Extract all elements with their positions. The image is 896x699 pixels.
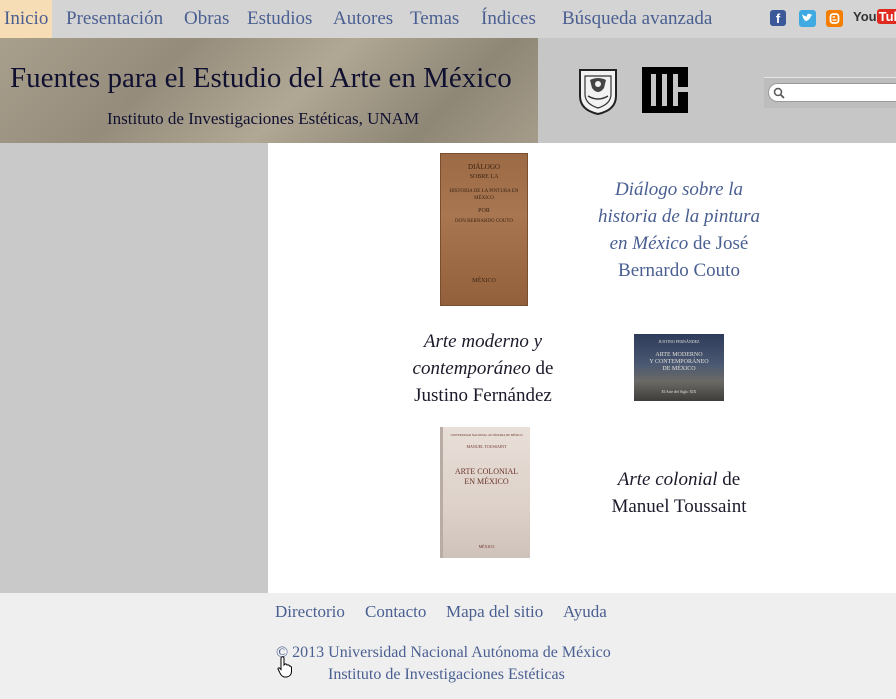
twitter-icon[interactable] (799, 10, 816, 27)
cover-line: Y CONTEMPORÁNEO (649, 359, 709, 365)
cover-line: ARTE COLONIAL (454, 467, 519, 476)
book-caption-dialogo[interactable]: Diálogo sobre la historia de la pintura … (588, 176, 770, 284)
book-cover-arte-colonial[interactable]: UNIVERSIDAD NACIONAL AUTÓNOMA DE MÉXICO … (440, 427, 530, 558)
site-footer: Directorio Contacto Mapa del sitio Ayuda… (0, 593, 896, 699)
book-cover-dialogo[interactable]: DIÁLOGO SOBRE LA HISTORIA DE LA PINTURA … (440, 153, 528, 306)
header-banner: Fuentes para el Estudio del Arte en Méxi… (0, 38, 538, 143)
cover-line: ARTE MODERNO (655, 352, 703, 358)
footer-link-contacto[interactable]: Contacto (365, 602, 426, 622)
nav-item-inicio[interactable]: Inicio (0, 0, 53, 38)
book-title[interactable]: Arte colonial (618, 469, 718, 490)
book-caption-arte-moderno[interactable]: Arte moderno y contemporáneo de Justino … (388, 328, 578, 409)
cover-line: DON BERNARDO COUTO (455, 219, 513, 224)
nav-item-obras[interactable]: Obras (184, 0, 229, 38)
book-connector: de (530, 358, 554, 379)
search-box (764, 77, 896, 108)
hand-cursor-icon (277, 656, 292, 678)
nav-item-busqueda-avanzada[interactable]: Búsqueda avanzada (562, 0, 712, 38)
cover-line: POR (478, 208, 490, 214)
cover-line: UNIVERSIDAD NACIONAL AUTÓNOMA DE MÉXICO (450, 433, 523, 437)
cover-line: JUSTINO FERNÁNDEZ (658, 339, 700, 344)
left-sidebar (0, 143, 268, 593)
nav-item-indices[interactable]: Índices (481, 0, 536, 38)
cover-line: HISTORIA DE LA PINTURA EN MÉXICO (449, 189, 519, 201)
youtube-icon[interactable]: YouTube (853, 9, 896, 27)
site-header: Fuentes para el Estudio del Arte en Méxi… (0, 38, 896, 143)
nav-item-autores[interactable]: Autores (333, 0, 393, 38)
footer-link-ayuda[interactable]: Ayuda (563, 602, 607, 622)
cover-line: MÉXICO (472, 278, 496, 284)
facebook-icon[interactable]: f (770, 10, 786, 26)
youtube-label-you: You (853, 9, 877, 24)
footer-institute[interactable]: Instituto de Investigaciones Estéticas (328, 666, 565, 684)
nav-item-temas[interactable]: Temas (410, 0, 459, 38)
copyright-text[interactable]: © 2013 Universidad Nacional Autónoma de … (276, 644, 611, 662)
cover-line: MANUEL TOUSSAINT (466, 444, 507, 449)
blogger-icon[interactable] (826, 10, 843, 27)
footer-link-directorio[interactable]: Directorio (275, 602, 345, 622)
book-cover-arte-moderno[interactable]: JUSTINO FERNÁNDEZ ARTE MODERNO Y CONTEMP… (634, 334, 724, 401)
cover-line: DE MÉXICO (662, 366, 696, 372)
book-connector: de (717, 469, 741, 490)
search-input[interactable] (768, 83, 896, 102)
footer-link-mapa-del-sitio[interactable]: Mapa del sitio (446, 602, 543, 622)
cover-line: EN MÉXICO (464, 477, 509, 486)
featured-books: DIÁLOGO SOBRE LA HISTORIA DE LA PINTURA … (268, 143, 896, 593)
cover-line: El Arte del Siglo XIX (661, 389, 697, 394)
book-title[interactable]: Arte moderno y contemporáneo (413, 331, 543, 379)
site-subtitle: Instituto de Investigaciones Estéticas, … (107, 109, 420, 128)
book-connector: de (688, 233, 716, 254)
book-caption-arte-colonial[interactable]: Arte colonial de Manuel Toussaint (588, 466, 770, 520)
nav-item-estudios[interactable]: Estudios (247, 0, 312, 38)
cover-line: DIÁLOGO (468, 163, 500, 171)
search-icon (773, 87, 785, 99)
top-navigation: Inicio Presentación Obras Estudios Autor… (0, 0, 896, 38)
cover-line: MÉXICO (478, 544, 495, 549)
unam-shield-icon[interactable] (576, 66, 620, 116)
book-author[interactable]: Justino Fernández (414, 385, 552, 406)
site-title[interactable]: Fuentes para el Estudio del Arte en Méxi… (10, 62, 512, 95)
book-author[interactable]: Manuel Toussaint (611, 496, 746, 517)
cover-line: SOBRE LA (469, 174, 499, 180)
youtube-label-tube: Tube (876, 9, 896, 24)
nav-item-presentacion[interactable]: Presentación (66, 0, 163, 38)
iie-logo-icon[interactable] (642, 67, 688, 113)
